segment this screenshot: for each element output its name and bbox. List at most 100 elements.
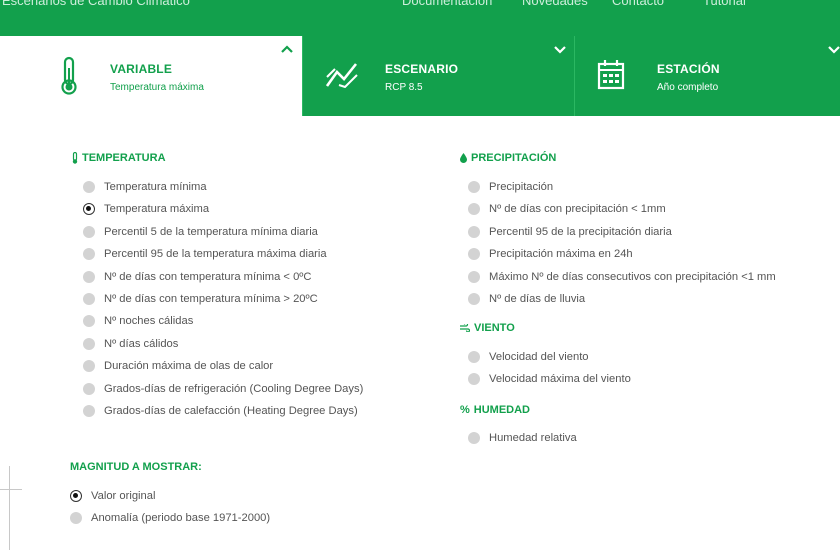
radio-button[interactable]	[468, 432, 480, 444]
option-label: Precipitación máxima en 24h	[489, 248, 633, 261]
tab-escenario-title: ESCENARIO	[385, 62, 459, 76]
temperatura-option[interactable]: Percentil 95 de la temperatura máxima di…	[83, 248, 327, 261]
calendar-icon	[597, 60, 625, 90]
temperatura-option[interactable]: Nº de días con temperatura mínima > 20ºC	[83, 293, 318, 305]
tab-variable-title: VARIABLE	[110, 62, 173, 76]
nav-novedades[interactable]: Novedades	[522, 0, 588, 8]
option-label: Percentil 95 de la precipitación diaria	[489, 225, 672, 238]
section-temperatura-label: TEMPERATURA	[82, 152, 166, 164]
option-label: Nº noches cálidas	[104, 315, 194, 328]
option-label: Máximo Nº de días consecutivos con preci…	[489, 270, 776, 283]
radio-button[interactable]	[468, 373, 480, 386]
temperatura-option[interactable]: Duración máxima de olas de calor	[83, 360, 274, 373]
option-label: Nº días cálidos	[104, 337, 179, 350]
background-map-edge	[0, 36, 30, 550]
radio-button[interactable]	[468, 225, 480, 238]
temperatura-option[interactable]: Nº días cálidos	[83, 337, 179, 350]
section-precipitacion-label: PRECIPITACIÓN	[471, 152, 557, 164]
viento-option[interactable]: Velocidad máxima del viento	[468, 373, 631, 386]
precipitacion-option[interactable]: Nº de días con precipitación < 1mm	[468, 203, 666, 216]
section-magnitud-title: MAGNITUD A MOSTRAR:	[70, 461, 202, 473]
selector-tabs: VARIABLE Temperatura máxima ESCENARIO RC…	[30, 36, 840, 116]
temperatura-option[interactable]: Nº noches cálidas	[83, 315, 194, 328]
thermometer-icon	[72, 152, 78, 164]
radio-button[interactable]	[468, 351, 480, 363]
option-label: Nº de días con temperatura mínima > 20ºC	[104, 293, 318, 305]
nav-site-title[interactable]: Escenarios de Cambio Climático	[2, 0, 190, 8]
precipitacion-option[interactable]: Percentil 95 de la precipitación diaria	[468, 225, 672, 238]
temperatura-option[interactable]: Percentil 5 de la temperatura mínima dia…	[83, 225, 318, 238]
tab-estacion-title: ESTACIÓN	[657, 62, 720, 76]
nav-tutorial[interactable]: Tutorial	[703, 0, 746, 8]
radio-button[interactable]	[70, 490, 82, 502]
chevron-down-icon[interactable]	[827, 44, 840, 54]
map-gridline	[9, 466, 10, 550]
radio-button[interactable]	[83, 337, 95, 350]
nav-documentacion[interactable]: Documentación	[402, 0, 492, 8]
temperatura-option[interactable]: Grados-días de refrigeración (Cooling De…	[83, 382, 364, 395]
precipitacion-option[interactable]: Nº de días de lluvia	[468, 293, 585, 305]
option-label: Percentil 5 de la temperatura mínima dia…	[104, 225, 318, 238]
section-humedad-title: % HUMEDAD	[460, 404, 530, 416]
humedad-option[interactable]: Humedad relativa	[468, 432, 577, 444]
radio-button[interactable]	[83, 248, 95, 261]
radio-button[interactable]	[83, 315, 95, 328]
radio-button[interactable]	[468, 248, 480, 261]
option-label: Valor original	[91, 490, 156, 502]
map-gridline	[0, 489, 22, 490]
option-label: Grados-días de refrigeración (Cooling De…	[104, 382, 364, 395]
temperatura-option[interactable]: Grados-días de calefacción (Heating Degr…	[83, 405, 358, 417]
section-temperatura-title: TEMPERATURA	[72, 152, 166, 164]
nav-contacto[interactable]: Contacto	[612, 0, 664, 8]
magnitud-option[interactable]: Valor original	[70, 490, 155, 502]
option-label: Nº de días con temperatura mínima < 0ºC	[104, 270, 312, 283]
tab-escenario[interactable]: ESCENARIO RCP 8.5	[302, 36, 574, 116]
chevron-up-icon[interactable]	[280, 44, 294, 54]
tab-variable[interactable]: VARIABLE Temperatura máxima	[30, 36, 302, 116]
drop-icon	[460, 153, 467, 163]
top-navigation-bar: Escenarios de Cambio Climático Documenta…	[0, 0, 840, 36]
radio-button[interactable]	[468, 270, 480, 283]
variable-options-panel: TEMPERATURA Temperatura mínima Temperatur…	[30, 116, 840, 550]
radio-button[interactable]	[468, 203, 480, 216]
option-label: Temperatura mínima	[104, 181, 207, 193]
percent-icon: %	[460, 404, 470, 416]
radio-button[interactable]	[83, 181, 95, 193]
tab-variable-subtitle: Temperatura máxima	[110, 82, 204, 93]
precipitacion-option[interactable]: Precipitación máxima en 24h	[468, 248, 633, 261]
option-label: Velocidad máxima del viento	[489, 373, 631, 386]
option-label: Nº de días de lluvia	[489, 293, 586, 305]
line-chart-icon	[325, 63, 358, 88]
section-viento-title: VIENTO	[460, 322, 515, 334]
viento-option[interactable]: Velocidad del viento	[468, 351, 589, 363]
wind-icon	[460, 324, 470, 332]
option-label: Percentil 95 de la temperatura máxima di…	[104, 248, 327, 261]
radio-button[interactable]	[468, 293, 480, 305]
temperatura-option[interactable]: Nº de días con temperatura mínima < 0ºC	[83, 270, 312, 283]
radio-button[interactable]	[83, 270, 95, 283]
precipitacion-option[interactable]: Máximo Nº de días consecutivos con preci…	[468, 270, 776, 283]
radio-button[interactable]	[83, 293, 95, 305]
radio-button[interactable]	[83, 203, 95, 216]
radio-button[interactable]	[83, 225, 95, 238]
radio-button[interactable]	[83, 360, 95, 373]
tab-estacion[interactable]: ESTACIÓN Año completo	[574, 36, 840, 116]
radio-button[interactable]	[83, 382, 95, 395]
magnitud-option[interactable]: Anomalía (periodo base 1971-2000)	[70, 512, 270, 524]
section-precipitacion-title: PRECIPITACIÓN	[460, 152, 556, 164]
option-label: Duración máxima de olas de calor	[104, 360, 274, 373]
radio-button[interactable]	[83, 405, 95, 417]
radio-button[interactable]	[468, 181, 480, 193]
tab-escenario-subtitle: RCP 8.5	[385, 82, 423, 93]
thermometer-icon	[61, 56, 77, 95]
option-label: Anomalía (periodo base 1971-2000)	[91, 512, 271, 524]
option-label: Grados-días de calefacción (Heating Degr…	[104, 405, 358, 417]
chevron-down-icon[interactable]	[553, 44, 567, 54]
precipitacion-option[interactable]: Precipitación	[468, 181, 553, 193]
temperatura-option[interactable]: Temperatura mínima	[83, 181, 207, 193]
radio-button[interactable]	[70, 512, 82, 524]
option-label: Humedad relativa	[489, 432, 577, 444]
temperatura-option[interactable]: Temperatura máxima	[83, 203, 210, 216]
option-label: Temperatura máxima	[104, 203, 210, 216]
section-humedad-label: HUMEDAD	[473, 404, 531, 416]
